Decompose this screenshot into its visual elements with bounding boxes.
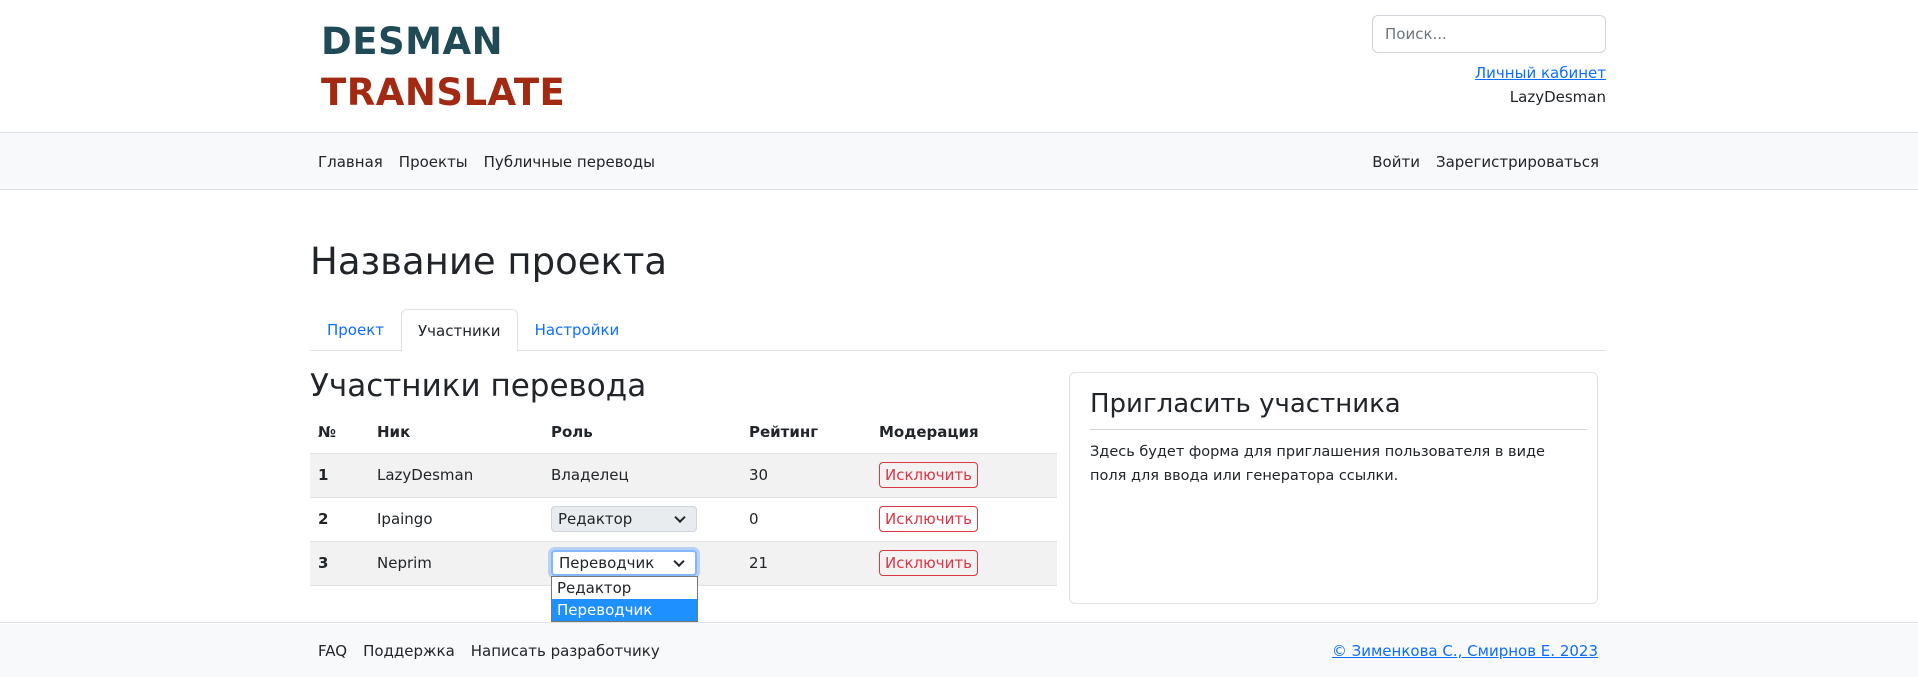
table-header-row: № Ник Роль Рейтинг Модерация bbox=[310, 411, 1057, 454]
main-navbar: Главная Проекты Публичные переводы Войти… bbox=[0, 133, 1918, 190]
nav-link-login[interactable]: Войти bbox=[1364, 153, 1428, 171]
row-rating: 0 bbox=[741, 497, 871, 542]
site-header: DESMAN TRANSLATE Личный кабинет LazyDesm… bbox=[0, 0, 1918, 133]
search-input[interactable] bbox=[1372, 15, 1606, 53]
row-nick: Neprim bbox=[369, 541, 543, 586]
role-dropdown-list: Редактор Переводчик bbox=[551, 576, 698, 622]
members-table: № Ник Роль Рейтинг Модерация 1 LazyDesma… bbox=[310, 411, 1057, 586]
members-title: Участники перевода bbox=[310, 368, 647, 404]
logo-line-1: DESMAN bbox=[321, 20, 504, 63]
footer-link-contact-developer[interactable]: Написать разработчику bbox=[463, 642, 668, 660]
role-select-value: Редактор bbox=[558, 510, 633, 528]
nav-link-public-translations[interactable]: Публичные переводы bbox=[476, 153, 663, 171]
tab-members[interactable]: Участники bbox=[401, 309, 518, 352]
dropdown-option-translator[interactable]: Переводчик bbox=[552, 599, 697, 621]
row-role: Владелец bbox=[543, 453, 741, 498]
exclude-button[interactable]: Исключить bbox=[879, 550, 978, 576]
column-header-rating: Рейтинг bbox=[741, 411, 871, 454]
row-rating: 21 bbox=[741, 541, 871, 586]
row-nick: Ipaingo bbox=[369, 497, 543, 542]
column-header-role: Роль bbox=[543, 411, 741, 454]
table-row: 1 LazyDesman Владелец 30 Исключить bbox=[310, 453, 1057, 498]
row-role: Редактор bbox=[543, 497, 741, 542]
row-number: 1 bbox=[310, 453, 369, 498]
logo-line-2: TRANSLATE bbox=[321, 71, 566, 114]
role-select[interactable]: Редактор bbox=[551, 506, 697, 532]
dropdown-option-editor[interactable]: Редактор bbox=[552, 577, 697, 599]
project-tabs: Проект Участники Настройки bbox=[310, 309, 1606, 352]
divider bbox=[1090, 429, 1587, 430]
footer-links: FAQ Поддержка Написать разработчику bbox=[318, 623, 668, 677]
copyright-link[interactable]: © Зименкова С., Смирнов Е. 2023 bbox=[1332, 623, 1598, 677]
row-nick: LazyDesman bbox=[369, 453, 543, 498]
personal-cabinet-link[interactable]: Личный кабинет bbox=[1475, 64, 1606, 82]
role-select-value: Переводчик bbox=[559, 554, 655, 572]
row-moderation: Исключить bbox=[871, 497, 1057, 542]
username-label: LazyDesman bbox=[1509, 88, 1606, 106]
tab-settings[interactable]: Настройки bbox=[518, 309, 637, 351]
logo[interactable]: DESMAN TRANSLATE bbox=[321, 16, 565, 118]
row-rating: 30 bbox=[741, 453, 871, 498]
nav-link-register[interactable]: Зарегистрироваться bbox=[1428, 153, 1599, 171]
column-header-number: № bbox=[310, 411, 369, 454]
nav-link-projects[interactable]: Проекты bbox=[391, 153, 476, 171]
footer-link-faq[interactable]: FAQ bbox=[318, 642, 355, 660]
row-moderation: Исключить bbox=[871, 453, 1057, 498]
tab-project[interactable]: Проект bbox=[310, 309, 401, 351]
row-moderation: Исключить bbox=[871, 541, 1057, 586]
exclude-button[interactable]: Исключить bbox=[879, 506, 978, 532]
footer-link-support[interactable]: Поддержка bbox=[355, 642, 463, 660]
exclude-button[interactable]: Исключить bbox=[879, 462, 978, 488]
nav-left: Главная Проекты Публичные переводы bbox=[318, 133, 663, 190]
chevron-down-icon bbox=[674, 511, 686, 524]
role-select-open[interactable]: Переводчик bbox=[551, 550, 697, 576]
site-footer: FAQ Поддержка Написать разработчику © Зи… bbox=[0, 622, 1918, 677]
invite-description: Здесь будет форма для приглашения пользо… bbox=[1090, 444, 1545, 484]
column-header-moderation: Модерация bbox=[871, 411, 1057, 454]
invite-title: Пригласить участника bbox=[1090, 389, 1401, 419]
chevron-down-icon bbox=[673, 555, 685, 568]
page-title: Название проекта bbox=[310, 240, 668, 283]
nav-right: Войти Зарегистрироваться bbox=[1364, 133, 1599, 190]
nav-link-home[interactable]: Главная bbox=[318, 153, 391, 171]
column-header-nick: Ник bbox=[369, 411, 543, 454]
invite-card: Пригласить участника Здесь будет форма д… bbox=[1069, 372, 1598, 604]
row-number: 2 bbox=[310, 497, 369, 542]
table-row: 2 Ipaingo Редактор 0 Исключить bbox=[310, 497, 1057, 542]
row-number: 3 bbox=[310, 541, 369, 586]
